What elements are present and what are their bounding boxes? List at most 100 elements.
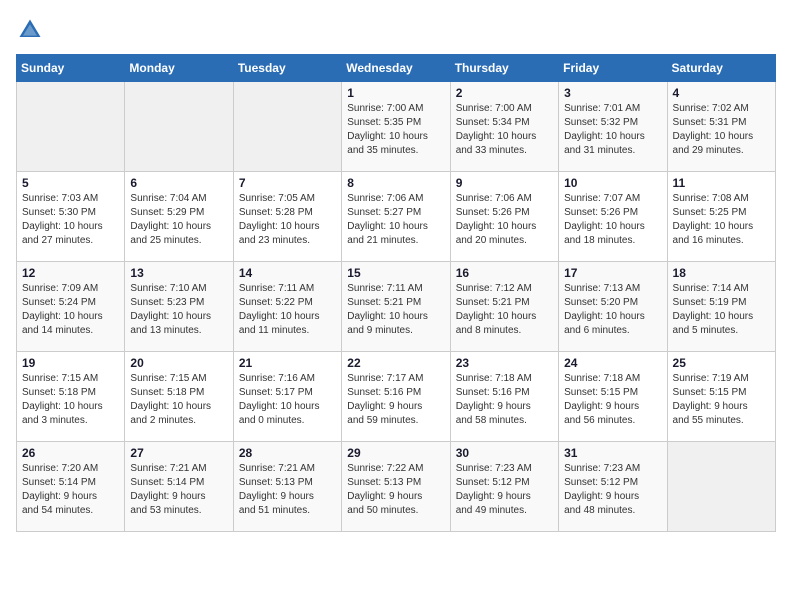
calendar-cell: 3Sunrise: 7:01 AMSunset: 5:32 PMDaylight…: [559, 82, 667, 172]
calendar-cell: 15 Sunrise: 7:11 AMSunset: 5:21 PMDayligh…: [342, 262, 450, 352]
day-number: 16: [456, 266, 553, 280]
day-info: Sunrise: 7:20 AMSunset: 5:14 PMDaylight:…: [22, 462, 119, 518]
day-info: Sunrise: 7:16 AMSunset: 5:17 PMDaylight:…: [239, 372, 336, 428]
day-number: 2: [456, 86, 553, 100]
calendar-cell: 16 Sunrise: 7:12 AMSunset: 5:21 PMDayligh…: [450, 262, 558, 352]
day-number: 14: [239, 266, 336, 280]
day-info: Sunrise: 7:23 AMSunset: 5:12 PMDaylight:…: [564, 462, 661, 518]
calendar-cell: 24 Sunrise: 7:18 AMSunset: 5:15 PMDayligh…: [559, 352, 667, 442]
day-number: 28: [239, 446, 336, 460]
day-info: Sunrise: 7:14 AMSunset: 5:19 PMDaylight:…: [673, 282, 770, 338]
calendar-cell: 12 Sunrise: 7:09 AMSunset: 5:24 PMDayligh…: [17, 262, 125, 352]
day-info: Sunrise: 7:19 AMSunset: 5:15 PMDaylight:…: [673, 372, 770, 428]
day-info: Sunrise: 7:17 AMSunset: 5:16 PMDaylight:…: [347, 372, 444, 428]
day-number: 8: [347, 176, 444, 190]
calendar-week-1: 1 Sunrise: 7:00 AMSunset: 5:35 PMDaylight…: [17, 82, 776, 172]
calendar-cell: 23 Sunrise: 7:18 AMSunset: 5:16 PMDayligh…: [450, 352, 558, 442]
day-info: Sunrise: 7:08 AMSunset: 5:25 PMDaylight:…: [673, 192, 770, 248]
day-info: Sunrise: 7:00 AMSunset: 5:35 PMDaylight:…: [347, 102, 444, 158]
day-number: 6: [130, 176, 227, 190]
calendar-cell: 27 Sunrise: 7:21 AMSunset: 5:14 PMDayligh…: [125, 442, 233, 532]
day-number: 13: [130, 266, 227, 280]
calendar-cell: 4 Sunrise: 7:02 AMSunset: 5:31 PMDaylight…: [667, 82, 775, 172]
weekday-header-monday: Monday: [125, 55, 233, 82]
calendar-cell: 25 Sunrise: 7:19 AMSunset: 5:15 PMDayligh…: [667, 352, 775, 442]
day-info: Sunrise: 7:09 AMSunset: 5:24 PMDaylight:…: [22, 282, 119, 338]
calendar-cell: 9 Sunrise: 7:06 AMSunset: 5:26 PMDaylight…: [450, 172, 558, 262]
page-header: [16, 16, 776, 44]
calendar-cell: 22 Sunrise: 7:17 AMSunset: 5:16 PMDayligh…: [342, 352, 450, 442]
calendar-cell: [233, 82, 341, 172]
day-info: Sunrise: 7:21 AMSunset: 5:14 PMDaylight:…: [130, 462, 227, 518]
day-number: 27: [130, 446, 227, 460]
weekday-header-wednesday: Wednesday: [342, 55, 450, 82]
calendar-cell: 2 Sunrise: 7:00 AMSunset: 5:34 PMDaylight…: [450, 82, 558, 172]
day-info: Sunrise: 7:21 AMSunset: 5:13 PMDaylight:…: [239, 462, 336, 518]
calendar-cell: 13 Sunrise: 7:10 AMSunset: 5:23 PMDayligh…: [125, 262, 233, 352]
calendar-cell: 26 Sunrise: 7:20 AMSunset: 5:14 PMDayligh…: [17, 442, 125, 532]
calendar-cell: 10Sunrise: 7:07 AMSunset: 5:26 PMDayligh…: [559, 172, 667, 262]
day-number: 24: [564, 356, 661, 370]
day-info: Sunrise: 7:10 AMSunset: 5:23 PMDaylight:…: [130, 282, 227, 338]
day-number: 12: [22, 266, 119, 280]
calendar-cell: 7Sunrise: 7:05 AMSunset: 5:28 PMDaylight…: [233, 172, 341, 262]
weekday-header-tuesday: Tuesday: [233, 55, 341, 82]
weekday-header-sunday: Sunday: [17, 55, 125, 82]
day-number: 20: [130, 356, 227, 370]
day-info: Sunrise: 7:12 AMSunset: 5:21 PMDaylight:…: [456, 282, 553, 338]
logo-icon: [16, 16, 44, 44]
calendar-cell: 19Sunrise: 7:15 AMSunset: 5:18 PMDayligh…: [17, 352, 125, 442]
day-number: 9: [456, 176, 553, 190]
weekday-row: SundayMondayTuesdayWednesdayThursdayFrid…: [17, 55, 776, 82]
calendar-cell: 18 Sunrise: 7:14 AMSunset: 5:19 PMDayligh…: [667, 262, 775, 352]
day-number: 7: [239, 176, 336, 190]
calendar-cell: 5 Sunrise: 7:03 AMSunset: 5:30 PMDaylight…: [17, 172, 125, 262]
calendar-cell: 20Sunrise: 7:15 AMSunset: 5:18 PMDayligh…: [125, 352, 233, 442]
day-info: Sunrise: 7:18 AMSunset: 5:15 PMDaylight:…: [564, 372, 661, 428]
calendar-week-2: 5 Sunrise: 7:03 AMSunset: 5:30 PMDaylight…: [17, 172, 776, 262]
day-number: 15: [347, 266, 444, 280]
day-info: Sunrise: 7:13 AMSunset: 5:20 PMDaylight:…: [564, 282, 661, 338]
day-info: Sunrise: 7:00 AMSunset: 5:34 PMDaylight:…: [456, 102, 553, 158]
calendar-cell: 14Sunrise: 7:11 AMSunset: 5:22 PMDayligh…: [233, 262, 341, 352]
day-info: Sunrise: 7:03 AMSunset: 5:30 PMDaylight:…: [22, 192, 119, 248]
day-info: Sunrise: 7:06 AMSunset: 5:26 PMDaylight:…: [456, 192, 553, 248]
day-number: 10: [564, 176, 661, 190]
weekday-header-thursday: Thursday: [450, 55, 558, 82]
calendar-cell: 30Sunrise: 7:23 AMSunset: 5:12 PMDayligh…: [450, 442, 558, 532]
day-number: 19: [22, 356, 119, 370]
calendar-cell: 17 Sunrise: 7:13 AMSunset: 5:20 PMDayligh…: [559, 262, 667, 352]
day-number: 3: [564, 86, 661, 100]
day-info: Sunrise: 7:18 AMSunset: 5:16 PMDaylight:…: [456, 372, 553, 428]
day-info: Sunrise: 7:23 AMSunset: 5:12 PMDaylight:…: [456, 462, 553, 518]
day-number: 18: [673, 266, 770, 280]
calendar-week-3: 12 Sunrise: 7:09 AMSunset: 5:24 PMDayligh…: [17, 262, 776, 352]
day-number: 23: [456, 356, 553, 370]
day-number: 4: [673, 86, 770, 100]
day-number: 26: [22, 446, 119, 460]
calendar-body: 1 Sunrise: 7:00 AMSunset: 5:35 PMDaylight…: [17, 82, 776, 532]
day-info: Sunrise: 7:22 AMSunset: 5:13 PMDaylight:…: [347, 462, 444, 518]
calendar-cell: [667, 442, 775, 532]
day-info: Sunrise: 7:02 AMSunset: 5:31 PMDaylight:…: [673, 102, 770, 158]
calendar-table: SundayMondayTuesdayWednesdayThursdayFrid…: [16, 54, 776, 532]
calendar-cell: [17, 82, 125, 172]
calendar-cell: 29Sunrise: 7:22 AMSunset: 5:13 PMDayligh…: [342, 442, 450, 532]
weekday-header-saturday: Saturday: [667, 55, 775, 82]
day-number: 17: [564, 266, 661, 280]
calendar-cell: 8 Sunrise: 7:06 AMSunset: 5:27 PMDaylight…: [342, 172, 450, 262]
calendar-week-4: 19Sunrise: 7:15 AMSunset: 5:18 PMDayligh…: [17, 352, 776, 442]
day-number: 25: [673, 356, 770, 370]
day-info: Sunrise: 7:06 AMSunset: 5:27 PMDaylight:…: [347, 192, 444, 248]
calendar-cell: 1 Sunrise: 7:00 AMSunset: 5:35 PMDaylight…: [342, 82, 450, 172]
day-number: 1: [347, 86, 444, 100]
day-info: Sunrise: 7:11 AMSunset: 5:21 PMDaylight:…: [347, 282, 444, 338]
day-number: 5: [22, 176, 119, 190]
weekday-header-friday: Friday: [559, 55, 667, 82]
calendar-cell: 28 Sunrise: 7:21 AMSunset: 5:13 PMDayligh…: [233, 442, 341, 532]
calendar-cell: 6Sunrise: 7:04 AMSunset: 5:29 PMDaylight…: [125, 172, 233, 262]
day-number: 22: [347, 356, 444, 370]
calendar-cell: 21Sunrise: 7:16 AMSunset: 5:17 PMDayligh…: [233, 352, 341, 442]
logo: [16, 16, 48, 44]
calendar-cell: 11Sunrise: 7:08 AMSunset: 5:25 PMDayligh…: [667, 172, 775, 262]
